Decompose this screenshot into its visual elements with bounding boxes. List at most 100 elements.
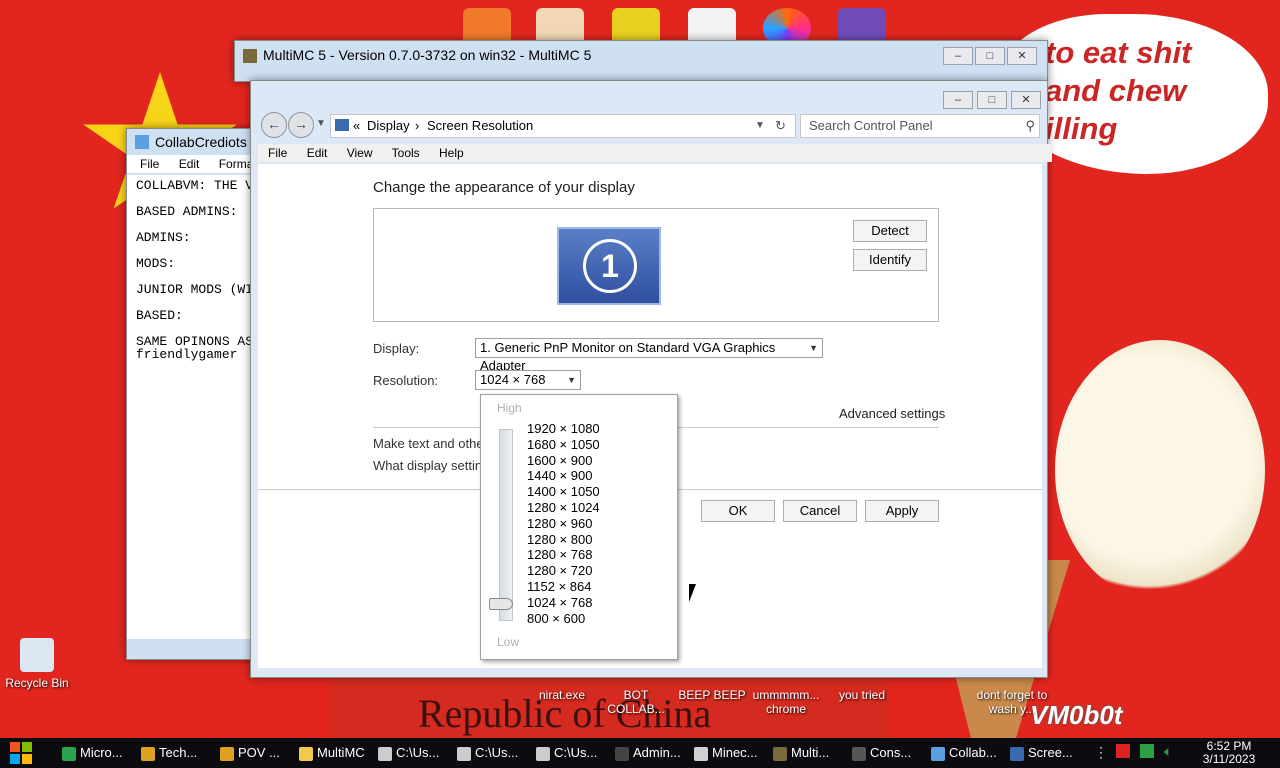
desktop-icon-beep[interactable]: BEEP BEEP (672, 688, 752, 702)
minimize-button[interactable]: – (943, 91, 973, 109)
taskbar: Micro... Tech... POV ... MultiMC C:\Us... C:\… (0, 738, 1280, 768)
display-settings-link[interactable]: What display settin (373, 458, 482, 473)
resolution-option[interactable]: 1024 × 768 (527, 595, 592, 611)
resolution-option[interactable]: 1400 × 1050 (527, 484, 600, 500)
desktop-icon-label: Recycle Bin (5, 676, 69, 690)
taskbar-item[interactable]: MultiMC (299, 740, 373, 766)
taskbar-item[interactable]: Multi... (773, 740, 847, 766)
taskbar-item[interactable]: Micro... (62, 740, 136, 766)
menu-view[interactable]: View (347, 146, 373, 160)
desktop-icon-label: ummmmm... chrome (752, 688, 820, 716)
taskbar-item[interactable]: Collab... (931, 740, 1005, 766)
menu-help[interactable]: Help (439, 146, 464, 160)
taskbar-item[interactable]: Tech... (141, 740, 215, 766)
low-label: Low (497, 635, 520, 649)
close-button[interactable]: ✕ (1007, 47, 1037, 65)
back-arrow-icon[interactable]: ← (261, 112, 287, 138)
search-icon[interactable]: ⚲ (1025, 115, 1035, 137)
network-icon[interactable] (1140, 744, 1154, 758)
detect-button[interactable]: Detect (853, 220, 927, 242)
breadcrumb-display[interactable]: Display (367, 115, 410, 137)
resolution-option[interactable]: 1680 × 1050 (527, 437, 600, 453)
volume-icon[interactable]: 🔈︎ (1164, 743, 1172, 760)
taskbar-item[interactable]: Scree... (1010, 740, 1084, 766)
taskbar-item[interactable]: C:\Us... (457, 740, 531, 766)
mouse-cursor-icon (689, 584, 696, 602)
taskbar-item[interactable]: Cons... (852, 740, 926, 766)
resolution-slider-track[interactable] (499, 429, 513, 621)
desktop-icon-nirat[interactable]: nirat.exe (522, 688, 602, 702)
resolution-option[interactable]: 1280 × 720 (527, 563, 592, 579)
taskbar-item-label: C:\Us... (554, 745, 598, 760)
breadcrumb-current[interactable]: Screen Resolution (427, 115, 533, 137)
resolution-option[interactable]: 1280 × 800 (527, 532, 592, 548)
advanced-settings-link[interactable]: Advanced settings (839, 406, 945, 421)
resolution-option[interactable]: 1280 × 768 (527, 547, 592, 563)
taskbar-item-label: Minec... (712, 745, 758, 760)
cancel-button[interactable]: Cancel (783, 500, 857, 522)
taskbar-item-label: Admin... (633, 745, 681, 760)
menu-file[interactable]: File (140, 157, 159, 171)
notepad-line: JUNIOR MODS (WI (136, 282, 254, 297)
menu-edit[interactable]: Edit (179, 157, 200, 171)
taskbar-item[interactable]: C:\Us... (536, 740, 610, 766)
identify-button[interactable]: Identify (853, 249, 927, 271)
menu-edit[interactable]: Edit (307, 146, 328, 160)
resolution-option[interactable]: 1920 × 1080 (527, 421, 600, 437)
desktop-icon-chrome[interactable]: ummmmm... chrome (746, 688, 826, 716)
notepad-window[interactable]: CollabCrediots File Edit Format COLLABVM… (126, 128, 270, 660)
windows-start-icon[interactable] (10, 742, 32, 764)
desktop-icon-recycle-bin[interactable]: Recycle Bin (0, 638, 77, 690)
ok-button[interactable]: OK (701, 500, 775, 522)
desktop-icon-bot-collab[interactable]: BOT COLLAB... (596, 688, 676, 716)
resolution-select[interactable]: 1024 × 768 ▼ (475, 370, 581, 390)
search-input[interactable]: Search Control Panel ⚲ (800, 114, 1040, 138)
maximize-button[interactable]: □ (975, 47, 1005, 65)
monitor-1-tile[interactable]: 1 (557, 227, 661, 305)
resolution-dropdown[interactable]: High Low 1920 × 1080 1680 × 1050 1600 × 90… (480, 394, 678, 660)
forward-arrow-icon[interactable]: → (288, 112, 314, 138)
resolution-option[interactable]: 1280 × 1024 (527, 500, 600, 516)
ice-cream-image (1055, 340, 1265, 600)
minimize-button[interactable]: – (943, 47, 973, 65)
notepad-text-area[interactable]: COLLABVM: THE V BASED ADMINS: ADMINS: MO… (127, 175, 260, 639)
desktop-icon-label: you tried (838, 688, 886, 702)
resolution-option[interactable]: 1280 × 960 (527, 516, 592, 532)
resolution-option[interactable]: 800 × 600 (527, 611, 585, 627)
taskbar-item-label: Cons... (870, 745, 912, 760)
menu-tools[interactable]: Tools (392, 146, 420, 160)
resolution-option[interactable]: 1440 × 900 (527, 468, 592, 484)
taskbar-item[interactable]: Minec... (694, 740, 768, 766)
menu-file[interactable]: File (268, 146, 287, 160)
notepad-titlebar[interactable]: CollabCrediots (127, 129, 257, 153)
display-select[interactable]: 1. Generic PnP Monitor on Standard VGA G… (475, 338, 823, 373)
taskbar-item[interactable]: C:\Us... (378, 740, 452, 766)
overflow-dots-icon[interactable]: ⋮ (1094, 744, 1108, 761)
page-title: Change the appearance of your display (373, 179, 635, 196)
close-button[interactable]: ✕ (1011, 91, 1041, 109)
address-dropdown-icon[interactable]: ▼ (755, 115, 765, 137)
clock[interactable]: 6:52 PM 3/11/2023 (1192, 740, 1266, 766)
taskbar-app-icon (141, 746, 155, 761)
taskbar-item[interactable]: Admin... (615, 740, 689, 766)
resolution-slider-thumb[interactable] (489, 597, 513, 610)
multimc-window[interactable]: MultiMC 5 - Version 0.7.0-3732 on win32 … (234, 40, 1048, 82)
recent-pages-chevron-icon[interactable]: ▼ (316, 118, 326, 129)
resolution-option[interactable]: 1600 × 900 (527, 453, 592, 469)
refresh-icon[interactable]: ↻ (775, 115, 786, 137)
resolution-option[interactable]: 1152 × 864 (527, 579, 591, 595)
maximize-button[interactable]: □ (977, 91, 1007, 109)
notepad-line: COLLABVM: THE V (136, 178, 254, 193)
flag-icon[interactable] (1116, 744, 1130, 758)
taskbar-item-label: C:\Us... (396, 745, 440, 760)
multimc-titlebar[interactable]: MultiMC 5 - Version 0.7.0-3732 on win32 … (235, 41, 1047, 69)
taskbar-item[interactable]: POV ... (220, 740, 294, 766)
desktop-icon-dont-forget[interactable]: dont forget to wash y... (972, 688, 1052, 716)
desktop-icon-you-tried[interactable]: you tried (822, 688, 902, 702)
taskbar-app-icon (220, 746, 234, 761)
taskbar-app-icon (62, 746, 76, 761)
desktop-icon-label: BEEP BEEP (678, 688, 746, 702)
text-size-link[interactable]: Make text and othe (373, 436, 484, 451)
address-bar[interactable]: « Display › Screen Resolution ▼ ↻ (330, 114, 796, 138)
apply-button[interactable]: Apply (865, 500, 939, 522)
